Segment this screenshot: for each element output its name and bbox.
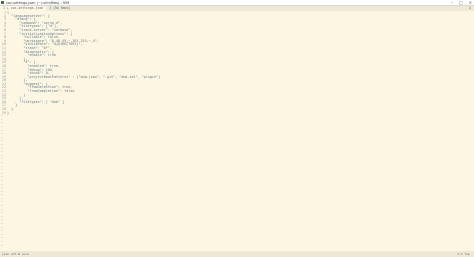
editor-buffer[interactable]: 1{2 "languageserver": {3 "dlang": {4 "co… xyxy=(0,11,474,251)
line-text: "projectRootPatterns" : ["dub.json", ".g… xyxy=(7,74,161,79)
line-text: } xyxy=(7,110,10,115)
vim-app-icon xyxy=(1,1,4,4)
vim-statusline: json utf-8 unix 1:1 Top xyxy=(0,251,474,257)
code-lines: 1{2 "languageserver": {3 "dlang": {4 "co… xyxy=(0,11,474,115)
statusline-position: 1:1 Top xyxy=(457,252,470,256)
end-of-buffer-markers: ~ ~ ~ ~ ~ ~ ~ ~ ~ ~ ~ ~ ~ ~ ~ ~ ~ ~ ~ ~ ~ ~ ~ ~ ~ ~ ~ ~ ~ ~ ~ ~ ~ ~ ~ ~ ~ xyxy=(0,115,474,248)
statusline-fileinfo: json utf-8 unix xyxy=(2,252,30,256)
eob-tilde: ~ xyxy=(1,243,4,248)
